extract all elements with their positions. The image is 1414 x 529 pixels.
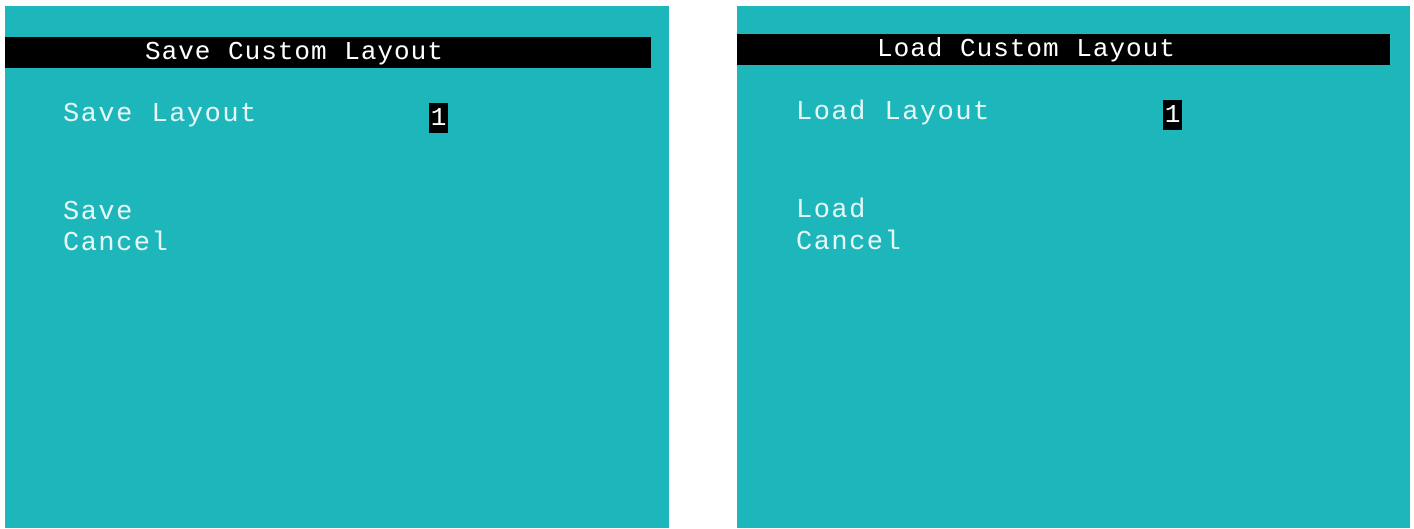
load-button[interactable]: Load: [796, 195, 867, 227]
load-custom-layout-panel: Load Custom Layout Load Layout 1 Load Ca…: [737, 6, 1410, 528]
save-layout-number-field[interactable]: 1: [429, 103, 448, 133]
save-custom-layout-panel: Save Custom Layout Save Layout 1 Save Ca…: [5, 6, 669, 528]
save-button[interactable]: Save: [63, 197, 134, 229]
load-panel-title-bar: Load Custom Layout: [737, 34, 1390, 65]
save-layout-label: Save Layout: [63, 100, 258, 130]
save-panel-title: Save Custom Layout: [145, 37, 444, 67]
load-cancel-button[interactable]: Cancel: [796, 227, 902, 259]
load-panel-title: Load Custom Layout: [877, 34, 1176, 64]
save-panel-title-bar: Save Custom Layout: [5, 37, 651, 68]
load-layout-number-field[interactable]: 1: [1163, 100, 1182, 130]
load-layout-label: Load Layout: [796, 98, 991, 128]
save-cancel-button[interactable]: Cancel: [63, 228, 169, 260]
